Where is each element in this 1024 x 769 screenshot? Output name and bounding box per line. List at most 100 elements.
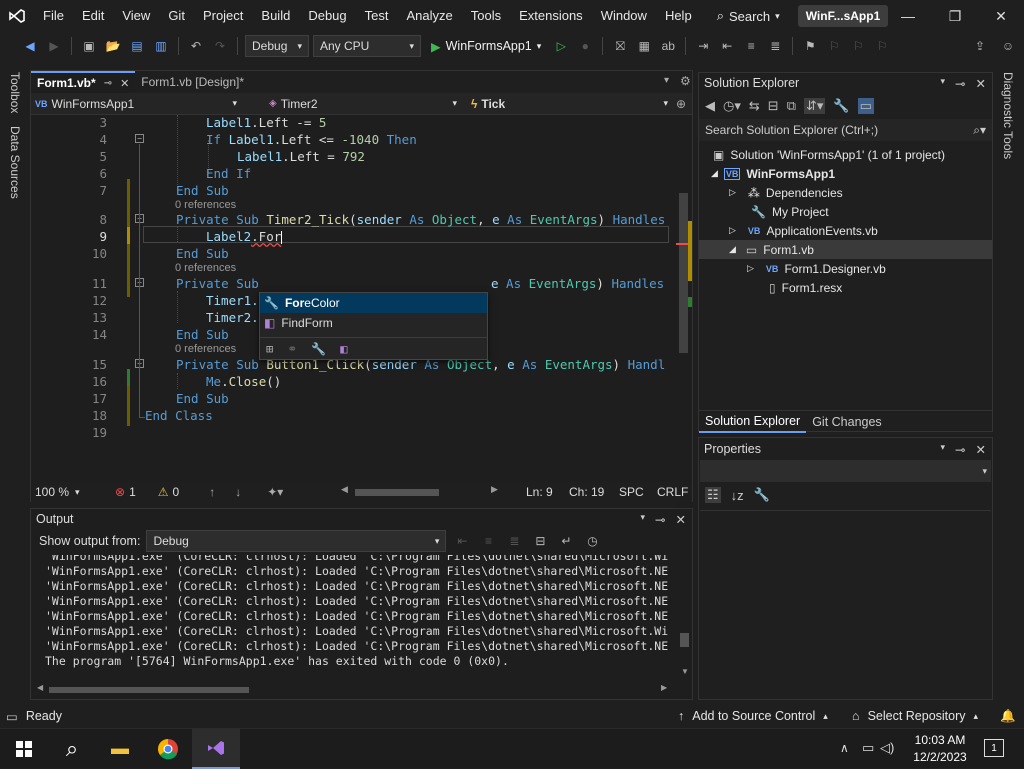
find-icon[interactable]: ⇤ xyxy=(452,531,472,551)
tab-form1-design[interactable]: Form1.vb [Design]* xyxy=(135,71,250,93)
properties-object-select[interactable]: ▾ xyxy=(700,460,991,482)
collapsed-icon[interactable]: ▷ xyxy=(747,263,754,274)
settings-gear-icon[interactable]: ⚙ xyxy=(680,74,691,88)
completion-item[interactable]: ◧ FindForm xyxy=(260,313,487,333)
chevron-down-icon[interactable]: ▾ xyxy=(941,76,946,91)
hot-reload-icon[interactable]: ● xyxy=(575,36,595,56)
comment-icon[interactable]: ≡ xyxy=(741,36,761,56)
feedback-icon[interactable]: ☺ xyxy=(998,36,1018,56)
menu-project[interactable]: Project xyxy=(194,0,252,32)
forward-icon[interactable]: ▶ xyxy=(44,36,64,56)
save-all-icon[interactable]: ▥ xyxy=(151,36,171,56)
filter-icon[interactable]: ⊞ xyxy=(266,342,273,356)
close-icon[interactable]: ✕ xyxy=(676,512,686,527)
properties-wrench-icon[interactable]: 🔧 xyxy=(833,98,849,114)
filter-methods-icon[interactable]: ◧ xyxy=(340,342,347,356)
output-source-select[interactable]: Debug ▾ xyxy=(146,530,447,552)
horizontal-scrollbar[interactable]: ◀ ▶ xyxy=(341,484,499,498)
indent-icon[interactable]: ⇥ xyxy=(693,36,713,56)
toolbox-tab[interactable]: Toolbox xyxy=(8,72,22,113)
solution-name-pill[interactable]: WinF...sApp1 xyxy=(797,5,889,27)
next-bookmark-icon[interactable]: ⚐ xyxy=(848,36,868,56)
start-debugging-button[interactable]: ▶ WinFormsApp1 ▾ xyxy=(425,39,547,54)
tree-item-form1[interactable]: ◢ ▭ Form1.vb xyxy=(699,240,992,259)
alphabetical-icon[interactable]: ↓z xyxy=(731,488,744,503)
diagnostic-tools-tab[interactable]: Diagnostic Tools xyxy=(1001,72,1015,159)
close-icon[interactable]: ✕ xyxy=(976,76,986,91)
redo-icon[interactable]: ↷ xyxy=(210,36,230,56)
collapsed-icon[interactable]: ▷ xyxy=(729,187,736,198)
menu-help[interactable]: Help xyxy=(656,0,701,32)
menu-edit[interactable]: Edit xyxy=(73,0,113,32)
close-icon[interactable]: ✕ xyxy=(120,77,129,90)
clear-bookmarks-icon[interactable]: ⚐ xyxy=(872,36,892,56)
maximize-button[interactable]: ❐ xyxy=(932,0,978,32)
start-without-debugging-icon[interactable]: ▷ xyxy=(551,36,571,56)
chevron-down-icon[interactable]: ▾ xyxy=(641,512,646,527)
show-all-files-icon[interactable]: ⧉ xyxy=(787,98,796,114)
menu-git[interactable]: Git xyxy=(159,0,194,32)
visual-studio-taskbar-icon[interactable] xyxy=(192,728,240,769)
object-dropdown[interactable]: ◈ Timer2 ▾ xyxy=(265,94,461,114)
property-pages-icon[interactable]: 🔧 xyxy=(754,487,770,503)
menu-window[interactable]: Window xyxy=(592,0,656,32)
chevron-down-icon[interactable]: ▾ xyxy=(941,442,946,457)
clear-all-icon[interactable]: ⊟ xyxy=(530,531,550,551)
collapse-all-icon[interactable]: ⊟ xyxy=(768,98,779,114)
code-area[interactable]: − − − − 3 4 5 6 7 8 9 10 11 12 13 14 15 … xyxy=(31,115,692,526)
codelens-references[interactable]: 0 references xyxy=(175,199,236,211)
whitespace-indicator[interactable]: SPC xyxy=(619,485,644,499)
output-vertical-scrollbar[interactable]: ▼ xyxy=(677,555,693,679)
history-icon[interactable]: ◷▾ xyxy=(723,98,741,114)
configuration-select[interactable]: Debug ▾ xyxy=(245,35,309,57)
search-menu[interactable]: ⌕ Search ▾ xyxy=(709,8,788,24)
tab-form1-vb[interactable]: Form1.vb* ⊸ ✕ xyxy=(31,71,136,93)
fold-toggle[interactable]: − xyxy=(135,134,144,143)
pin-icon[interactable]: ⊸ xyxy=(655,512,665,527)
menu-debug[interactable]: Debug xyxy=(299,0,355,32)
tree-item-project[interactable]: ◢ VB WinFormsApp1 xyxy=(711,164,835,183)
add-to-source-control-button[interactable]: ↑ Add to Source Control ▴ xyxy=(678,709,828,723)
platform-select[interactable]: Any CPU ▾ xyxy=(313,35,421,57)
select-repository-button[interactable]: ⌂ Select Repository ▴ xyxy=(852,709,978,723)
bookmark-icon[interactable]: ⚑ xyxy=(800,36,820,56)
tree-item-dependencies[interactable]: ▷ ⁂ Dependencies xyxy=(729,183,843,202)
solution-search-input[interactable]: Search Solution Explorer (Ctrl+;) ⌕▾ xyxy=(699,119,992,141)
column-indicator[interactable]: Ch: 19 xyxy=(569,485,604,499)
code-cleanup-icon[interactable]: ✦▾ xyxy=(267,485,283,499)
project-dropdown[interactable]: VB WinFormsApp1 ▾ xyxy=(31,94,241,114)
uncomment-icon[interactable]: ≣ xyxy=(765,36,785,56)
layout-icon[interactable]: ▦ xyxy=(634,36,654,56)
collapsed-icon[interactable]: ▷ xyxy=(729,225,736,236)
expanded-icon[interactable]: ◢ xyxy=(729,244,736,255)
menu-analyze[interactable]: Analyze xyxy=(397,0,461,32)
chevron-up-icon[interactable]: ∧ xyxy=(840,741,849,755)
tree-item-my-project[interactable]: 🔧 My Project xyxy=(751,202,829,221)
file-explorer-icon[interactable]: ▬ xyxy=(96,729,144,769)
menu-file[interactable]: File xyxy=(34,0,73,32)
next-message-icon[interactable]: ≣ xyxy=(504,531,524,551)
tab-git-changes[interactable]: Git Changes xyxy=(806,415,887,429)
output-text[interactable]: 'WinFormsApp1.exe' (CoreCLR: clrhost): L… xyxy=(31,555,677,675)
event-dropdown[interactable]: ϟ Tick ▾ xyxy=(467,94,672,114)
minimize-button[interactable]: — xyxy=(885,0,931,32)
tree-item-application-events[interactable]: ▷ VB ApplicationEvents.vb xyxy=(729,221,878,240)
arrow-up-icon[interactable]: ↑ xyxy=(209,485,215,499)
tree-item-form1-resx[interactable]: ▯ Form1.resx xyxy=(769,278,842,297)
vertical-scrollbar[interactable]: ▼ xyxy=(676,159,692,526)
notifications-bell-icon[interactable]: 🔔 xyxy=(1000,709,1016,724)
clock[interactable]: 10:03 AM 12/2/2023 xyxy=(910,732,970,766)
close-window-button[interactable]: ✕ xyxy=(978,0,1024,32)
codelens-references[interactable]: 0 references xyxy=(175,262,236,274)
word-wrap-icon[interactable]: ↵ xyxy=(556,531,576,551)
warning-count[interactable]: ⚠ 0 xyxy=(158,485,179,499)
arrow-down-icon[interactable]: ↓ xyxy=(235,485,241,499)
prev-message-icon[interactable]: ≡ xyxy=(478,531,498,551)
undo-icon[interactable]: ↶ xyxy=(186,36,206,56)
tree-item-solution[interactable]: ▣ Solution 'WinFormsApp1' (1 of 1 projec… xyxy=(713,145,945,164)
attach-icon[interactable]: ⛝ xyxy=(610,36,630,56)
expanded-icon[interactable]: ◢ xyxy=(711,168,718,179)
live-share-icon[interactable]: ⇪ xyxy=(970,36,990,56)
switch-views-icon[interactable]: ⇵▾ xyxy=(803,98,826,114)
menu-test[interactable]: Test xyxy=(356,0,398,32)
